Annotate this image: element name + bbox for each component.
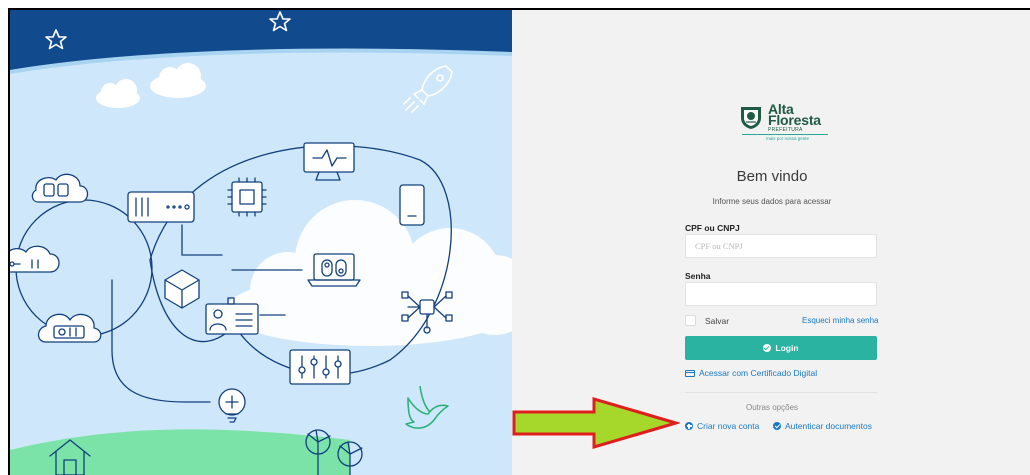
- certificate-link-label: Acessar com Certificado Digital: [699, 368, 818, 378]
- cpf-input[interactable]: [685, 234, 877, 258]
- id-card-icon: [205, 297, 259, 335]
- login-button[interactable]: Login: [685, 336, 877, 360]
- create-account-link[interactable]: Criar nova conta: [685, 421, 759, 431]
- authenticate-documents-link[interactable]: Autenticar documentos: [773, 421, 872, 431]
- divider: [685, 392, 877, 393]
- page-subtitle: Informe seus dados para acessar: [712, 197, 832, 206]
- remember-label[interactable]: Salvar: [705, 316, 729, 326]
- credit-card-icon: [685, 369, 695, 377]
- brand-tagline: mais por nossa gente: [766, 136, 810, 141]
- login-button-label: Login: [775, 343, 799, 353]
- brand-logo: Alta Floresta PREFEITURA mais por nossa …: [738, 102, 828, 148]
- cpf-label: CPF ou CNPJ: [685, 223, 740, 233]
- check-circle-icon: [763, 344, 772, 352]
- brand-name-line2: Floresta: [768, 112, 821, 128]
- chip-icon: [227, 177, 267, 217]
- tech-illustration: [10, 10, 512, 475]
- create-account-label: Criar nova conta: [697, 421, 760, 431]
- password-label: Senha: [685, 271, 711, 281]
- password-input[interactable]: [685, 282, 877, 306]
- forgot-password-link[interactable]: Esqueci minha senha: [802, 316, 879, 325]
- plus-circle-icon: [685, 422, 693, 430]
- certificate-login-link[interactable]: Acessar com Certificado Digital: [685, 368, 817, 378]
- server-icon: [127, 191, 195, 223]
- annotation-arrow-icon: [512, 397, 680, 449]
- phone-icon: [399, 184, 425, 226]
- brand-emblem-icon: [741, 107, 761, 129]
- brand-divider: [742, 134, 828, 135]
- mixer-icon: [289, 349, 351, 385]
- check-circle-icon: [773, 422, 781, 430]
- page-title: Bem vindo: [736, 168, 808, 185]
- authenticate-documents-label: Autenticar documentos: [785, 421, 872, 431]
- remember-checkbox[interactable]: [685, 315, 696, 326]
- brand-subtitle: PREFEITURA: [768, 127, 803, 133]
